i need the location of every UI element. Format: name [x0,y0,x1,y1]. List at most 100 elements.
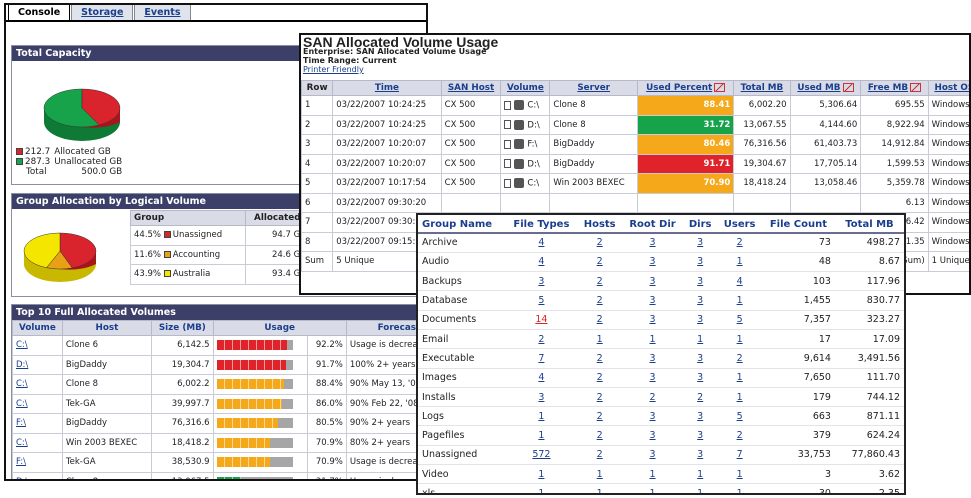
col-file-types-cell[interactable]: 4 [505,233,578,253]
col-users-cell[interactable]: 1 [717,290,762,311]
col-file-types-cell[interactable]: 7 [505,348,578,369]
col-file-types-cell[interactable]: 14 [505,310,578,330]
col-server[interactable]: Server [549,80,639,96]
col-hosts-cell[interactable]: 2 [577,290,623,311]
col-dirs-cell[interactable]: 3 [683,290,718,311]
col-users-cell[interactable]: 1 [717,483,762,493]
col-used-mb[interactable]: Used MB [789,80,862,96]
col-dirs-cell[interactable]: 2 [683,387,718,408]
col-hosts-cell[interactable]: 1 [577,483,623,493]
col-file-types-cell[interactable]: 1 [505,406,578,427]
disk-icon[interactable] [514,139,525,149]
disk-icon[interactable] [514,119,525,130]
document-icon[interactable] [504,139,512,149]
col-root-dir-cell[interactable]: 3 [622,290,684,311]
col-dirs-cell[interactable]: 3 [683,233,718,253]
volume-link[interactable]: F:\ [12,413,63,434]
tab-events[interactable]: Events [134,5,191,20]
col-file-types-cell[interactable]: 3 [505,387,578,408]
volume-link[interactable]: C:\ [12,374,63,395]
col-dirs-cell[interactable]: 3 [683,271,718,292]
document-icon[interactable] [504,159,512,168]
col-dirs-cell[interactable]: 3 [683,252,718,273]
col-file-types-cell[interactable]: 5 [505,290,578,311]
col-hosts-cell[interactable]: 2 [577,271,623,292]
col-hosts-cell[interactable]: 2 [577,252,623,273]
tab-storage[interactable]: Storage [71,5,134,20]
col-users-cell[interactable]: 1 [717,387,762,408]
col-root-dir[interactable]: Root Dir [622,215,684,234]
col-dirs-cell[interactable]: 3 [683,406,718,427]
col-file-types-cell[interactable]: 572 [505,445,578,466]
col-root-dir-cell[interactable]: 3 [622,348,684,369]
col-root-dir-cell[interactable]: 3 [622,406,684,427]
disk-icon[interactable] [514,158,525,169]
col-dirs-cell[interactable]: 3 [683,310,718,330]
document-icon[interactable] [504,100,512,110]
volume-link[interactable]: D:\ [12,354,63,375]
col-hosts[interactable]: Hosts [577,215,623,234]
col-users-cell[interactable]: 2 [717,233,762,253]
col-users-cell[interactable]: 5 [717,310,762,330]
col-root-dir-cell[interactable]: 3 [622,252,684,273]
col-file-types[interactable]: File Types [505,215,578,234]
col-users-cell[interactable]: 4 [717,271,762,292]
col-root-dir-cell[interactable]: 1 [622,464,684,485]
col-root-dir-cell[interactable]: 3 [622,368,684,388]
col-hosts-cell[interactable]: 2 [577,425,623,446]
col-root-dir-cell[interactable]: 3 [622,233,684,253]
col-dirs-cell[interactable]: 1 [683,329,718,350]
col-total-mb[interactable]: Total MB [834,215,904,234]
tab-console[interactable]: Console [8,5,71,20]
col-group-name[interactable]: Group Name [418,215,506,234]
document-icon[interactable] [504,120,512,129]
col-users-cell[interactable]: 1 [717,368,762,388]
col-root-dir-cell[interactable]: 3 [622,445,684,466]
col-dirs-cell[interactable]: 3 [683,445,718,466]
col-root-dir-cell[interactable]: 1 [622,329,684,350]
document-icon[interactable] [504,178,512,188]
col-file-types-cell[interactable]: 1 [505,464,578,485]
col-users-cell[interactable]: 1 [717,329,762,350]
col-free-mb[interactable]: Free MB [860,80,929,96]
volume-link[interactable]: D:\ [12,471,63,479]
volume-link[interactable]: C:\ [12,393,63,414]
printer-friendly-link[interactable]: Printer Friendly [303,65,364,74]
col-file-types-cell[interactable]: 1 [505,483,578,493]
volume-link[interactable]: F:\ [12,452,63,473]
col-users-cell[interactable]: 2 [717,348,762,369]
col-time[interactable]: Time [332,80,442,96]
col-file-types-cell[interactable]: 3 [505,271,578,292]
col-file-types-cell[interactable]: 4 [505,252,578,273]
col-hosts-cell[interactable]: 2 [577,445,623,466]
col-users-cell[interactable]: 1 [717,464,762,485]
col-dirs-cell[interactable]: 3 [683,425,718,446]
col-users-cell[interactable]: 2 [717,425,762,446]
col-hosts-cell[interactable]: 2 [577,368,623,388]
col-root-dir-cell[interactable]: 3 [622,271,684,292]
col-root-dir-cell[interactable]: 3 [622,425,684,446]
col-file-types-cell[interactable]: 1 [505,425,578,446]
col-hosts-cell[interactable]: 2 [577,387,623,408]
col-hosts-cell[interactable]: 2 [577,348,623,369]
disk-icon[interactable] [514,100,525,110]
col-dirs-cell[interactable]: 3 [683,368,718,388]
col-total-mb[interactable]: Total MB [733,80,791,96]
volume-link[interactable]: C:\ [12,432,63,453]
col-root-dir-cell[interactable]: 1 [622,483,684,493]
col-dirs-cell[interactable]: 1 [683,483,718,493]
col-users-cell[interactable]: 1 [717,252,762,273]
col-users-cell[interactable]: 7 [717,445,762,466]
col-file-count[interactable]: File Count [761,215,835,234]
volume-link[interactable]: C:\ [12,335,63,356]
col-dirs-cell[interactable]: 3 [683,348,718,369]
col-volume[interactable]: Volume [500,80,551,96]
col-san-host[interactable]: SAN Host [440,80,502,96]
col-root-dir-cell[interactable]: 2 [622,387,684,408]
col-hosts-cell[interactable]: 2 [577,233,623,253]
col-dirs[interactable]: Dirs [683,215,718,234]
col-users[interactable]: Users [717,215,762,234]
col-hosts-cell[interactable]: 1 [577,329,623,350]
col-host-os[interactable]: Host OS [927,80,969,96]
col-root-dir-cell[interactable]: 3 [622,310,684,330]
